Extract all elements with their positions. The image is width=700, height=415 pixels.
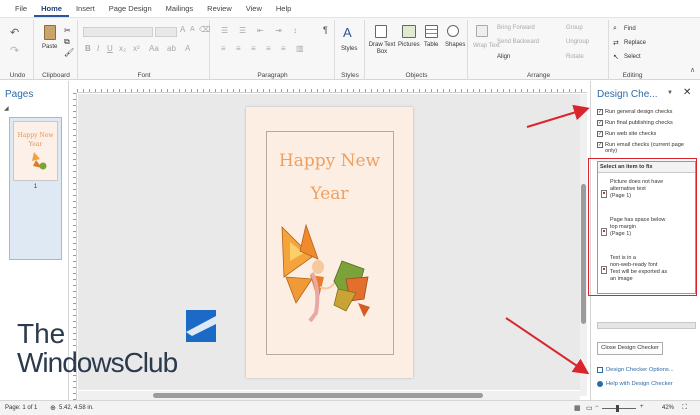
zoom-slider-knob[interactable]	[616, 405, 619, 412]
zoom-level[interactable]: 42%	[662, 405, 674, 411]
annotation-arrows	[505, 104, 590, 375]
annotation-arrow-bottom	[505, 317, 590, 375]
cursor-position-icon: ⊕	[50, 405, 56, 412]
status-bar: Page: 1 of 1 ⊕ 5.42, 4.58 in. ▦ ▭ − + 42…	[0, 400, 700, 415]
zoom-in-icon[interactable]: +	[640, 404, 644, 410]
fit-page-icon[interactable]: ⛶	[682, 404, 687, 412]
page-count: Page: 1 of 1	[5, 405, 38, 411]
zoom-slider[interactable]	[602, 408, 636, 409]
cursor-position: 5.42, 4.58 in.	[59, 405, 94, 411]
annotation-arrow-top	[526, 104, 590, 128]
zoom-out-icon[interactable]: −	[595, 404, 599, 410]
single-page-icon[interactable]: ▭	[586, 404, 593, 412]
layout-icon[interactable]: ▦	[574, 404, 581, 412]
